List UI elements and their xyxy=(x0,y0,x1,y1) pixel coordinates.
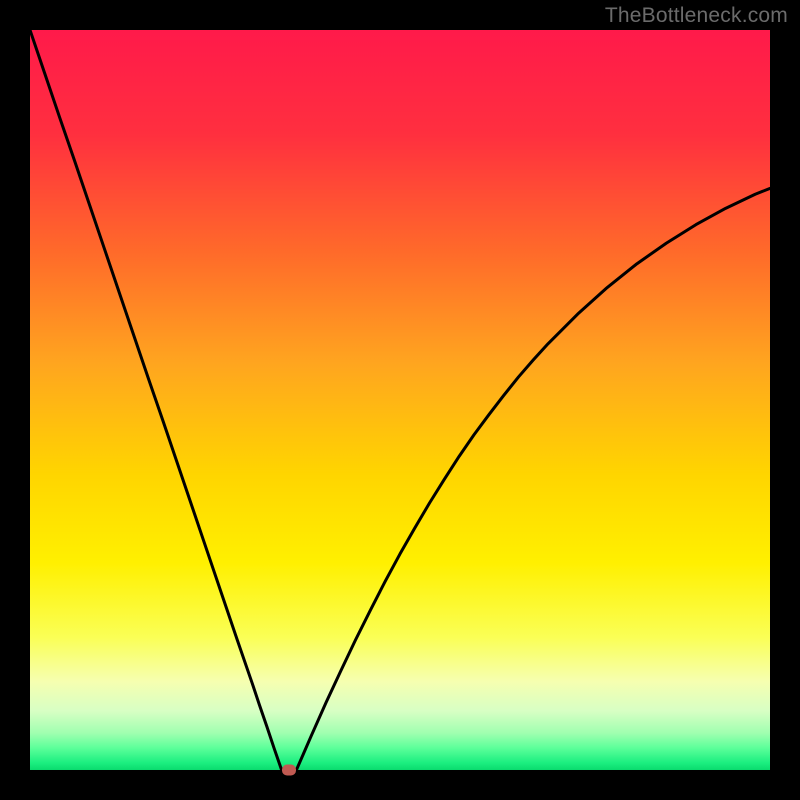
bottleneck-curve xyxy=(30,30,770,770)
chart-container: TheBottleneck.com xyxy=(0,0,800,800)
plot-area xyxy=(30,30,770,770)
minimum-marker-icon xyxy=(282,765,296,776)
watermark-label: TheBottleneck.com xyxy=(605,4,788,28)
